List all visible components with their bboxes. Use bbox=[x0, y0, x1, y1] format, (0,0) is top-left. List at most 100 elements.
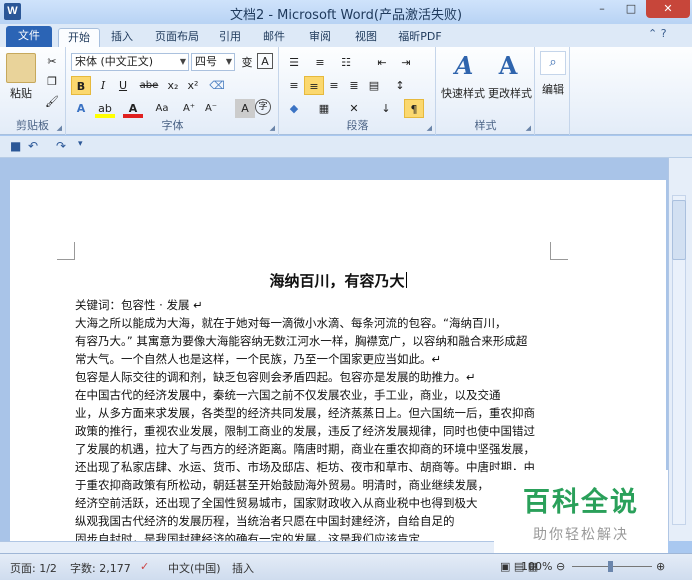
font-color-icon[interactable]: A bbox=[123, 99, 143, 118]
doc-line[interactable]: 常大气。一个自然人也是这样，一个民族，乃至一个国家更应当如此。↵ bbox=[75, 351, 555, 368]
doc-line[interactable]: 纵观我国古代经济的发展历程，当统治者只愿在中国封建经济，自给自足的 bbox=[75, 513, 555, 530]
chevron-down-icon: ▼ bbox=[225, 57, 232, 66]
borders-icon[interactable]: ▦ bbox=[314, 99, 334, 118]
dialog-launcher-icon[interactable]: ◢ bbox=[57, 124, 62, 132]
dialog-launcher-icon[interactable]: ◢ bbox=[270, 124, 275, 132]
doc-line[interactable]: 于重农抑商政策有所松动，朝廷甚至开始鼓励海外贸易。明清时，商业继续发展， bbox=[75, 477, 555, 494]
doc-line[interactable]: 了发展的机遇，拉大了与西方的经济距离。隋唐时期，商业在重农抑商的环境中坚强发展， bbox=[75, 441, 555, 458]
doc-line[interactable]: 政策的推行，重视农业发展，限制工商业的发展，违反了经济发展规律，同时也使中国错过 bbox=[75, 423, 555, 440]
shading-icon[interactable]: ◆ bbox=[284, 99, 304, 118]
superscript-button[interactable]: x² bbox=[183, 76, 203, 95]
redo-icon[interactable]: ↷ bbox=[56, 139, 66, 153]
enclose-characters-button[interactable]: 字 bbox=[255, 99, 271, 115]
show-marks-icon[interactable]: ¶ bbox=[404, 99, 424, 118]
shrink-font-button[interactable]: A⁻ bbox=[201, 99, 221, 118]
cut-icon[interactable]: ✂ bbox=[44, 55, 60, 68]
doc-line[interactable]: 经济空前活跃，还出现了全国性贸易城市，国家财政收入从商业税中也得到极大 bbox=[75, 495, 555, 512]
document-title-text: 海纳百川，有容乃大 bbox=[269, 272, 405, 290]
watermark-logo: 百科全说 助你轻松解决 bbox=[494, 470, 668, 553]
bold-button[interactable]: B bbox=[71, 76, 91, 95]
bullets-icon[interactable]: ☰ bbox=[284, 53, 304, 72]
font-group-label: 字体 bbox=[161, 119, 184, 132]
align-right-icon[interactable]: ≡ bbox=[324, 76, 344, 95]
maximize-button[interactable]: □ bbox=[618, 0, 644, 18]
editing-group: ⌕ 编辑 bbox=[536, 47, 570, 135]
tab-mailings[interactable]: 邮件 bbox=[256, 28, 292, 47]
tab-review[interactable]: 审阅 bbox=[302, 28, 338, 47]
doc-line[interactable]: 关键词：包容性 · 发展 ↵ bbox=[75, 297, 555, 314]
proofing-icon[interactable]: ✓ bbox=[140, 560, 149, 573]
increase-indent-icon[interactable]: ⇥ bbox=[396, 53, 416, 72]
grow-font-button[interactable]: A⁺ bbox=[179, 99, 199, 118]
multilevel-list-icon[interactable]: ☷ bbox=[336, 53, 356, 72]
save-icon[interactable]: ■ bbox=[10, 139, 21, 153]
help-icon[interactable]: ⌃ ? bbox=[648, 27, 667, 40]
document-title[interactable]: 海纳百川，有容乃大 bbox=[10, 270, 666, 291]
justify-icon[interactable]: ≣ bbox=[344, 76, 364, 95]
editing-button[interactable]: 编辑 bbox=[536, 81, 570, 97]
status-bar: 页面: 1/2 字数: 2,177 ✓ 中文(中国) 插入 ▣ ▤ ▦ 100%… bbox=[0, 553, 692, 580]
binoculars-icon[interactable]: ⌕ bbox=[540, 51, 566, 75]
format-painter-icon[interactable]: 🖌 bbox=[44, 95, 60, 108]
change-case-button[interactable]: Aa bbox=[149, 99, 175, 118]
quick-styles-button[interactable]: 快速样式 bbox=[439, 85, 487, 101]
undo-icon[interactable]: ↶ bbox=[28, 139, 38, 153]
doc-line[interactable]: 大海之所以能成为大海，就在于她对每一滴微小水滴、每条河流的包容。“海纳百川， bbox=[75, 315, 555, 332]
paste-icon[interactable] bbox=[6, 53, 36, 83]
phonetic-guide-button[interactable]: 变 bbox=[237, 53, 257, 72]
character-shading-button[interactable]: A bbox=[235, 99, 255, 118]
align-center-icon[interactable]: ≡ bbox=[304, 76, 324, 95]
customize-toolbar-icon[interactable]: ▾ bbox=[78, 139, 83, 149]
dialog-launcher-icon[interactable]: ◢ bbox=[427, 124, 432, 132]
tab-file[interactable]: 文件 bbox=[6, 26, 52, 47]
clear-formatting-icon[interactable]: ⌫ bbox=[207, 76, 227, 95]
zoom-out-icon[interactable]: ⊖ bbox=[556, 560, 565, 573]
font-name-combo[interactable]: 宋体 (中文正文) ▼ bbox=[71, 53, 189, 71]
zoom-slider-thumb[interactable] bbox=[608, 561, 613, 572]
doc-line[interactable]: 有容乃大。” 其寓意为要像大海能容纳无数江河水一样，胸襟宽广，以容纳和融合来形成… bbox=[75, 333, 555, 350]
word-count[interactable]: 字数: 2,177 bbox=[70, 560, 131, 576]
align-left-icon[interactable]: ≡ bbox=[284, 76, 304, 95]
tab-references[interactable]: 引用 bbox=[212, 28, 248, 47]
tab-view[interactable]: 视图 bbox=[348, 28, 384, 47]
dialog-launcher-icon[interactable]: ◢ bbox=[526, 124, 531, 132]
font-size-value: 四号 bbox=[195, 55, 217, 68]
distributed-icon[interactable]: ▤ bbox=[364, 76, 384, 95]
doc-line[interactable]: 业，从多方面来求发展，各类型的经济共同发展，经济蒸蒸日上。但六国统一后，重农抑商 bbox=[75, 405, 555, 422]
tab-home[interactable]: 开始 bbox=[58, 28, 100, 47]
text-effects-icon[interactable]: A bbox=[71, 99, 91, 118]
language-status[interactable]: 中文(中国) bbox=[168, 560, 221, 576]
tab-foxit-pdf[interactable]: 福昕PDF bbox=[392, 28, 448, 47]
doc-line[interactable]: 还出现了私家店肆、水运、货币、市场及邸店、柜坊、夜市和草市、胡商等。中唐时期，由 bbox=[75, 459, 555, 476]
decrease-indent-icon[interactable]: ⇤ bbox=[372, 53, 392, 72]
scroll-thumb[interactable] bbox=[672, 200, 686, 260]
sort-icon[interactable]: ↓ bbox=[376, 99, 396, 118]
font-size-combo[interactable]: 四号 ▼ bbox=[191, 53, 235, 71]
clipboard-group: 粘贴 ✂ ❐ 🖌 剪贴板 ◢ bbox=[0, 47, 66, 135]
highlight-icon[interactable]: ab bbox=[95, 99, 115, 118]
zoom-in-icon[interactable]: ⊕ bbox=[656, 560, 665, 573]
italic-button[interactable]: I bbox=[93, 76, 113, 95]
close-button[interactable]: ✕ bbox=[646, 0, 690, 18]
page-count[interactable]: 页面: 1/2 bbox=[10, 560, 57, 576]
change-styles-icon[interactable]: A bbox=[493, 51, 523, 80]
tab-page-layout[interactable]: 页面布局 bbox=[148, 28, 206, 47]
chinese-layout-icon[interactable]: ✕ bbox=[344, 99, 364, 118]
subscript-button[interactable]: x₂ bbox=[163, 76, 183, 95]
character-border-button[interactable]: A bbox=[257, 53, 273, 69]
doc-line[interactable]: 包容是人际交往的调和剂，缺乏包容则会矛盾四起。包容亦是发展的助推力。↵ bbox=[75, 369, 555, 386]
tab-insert[interactable]: 插入 bbox=[104, 28, 140, 47]
paste-button[interactable]: 粘贴 bbox=[4, 85, 38, 101]
line-spacing-icon[interactable]: ↕ bbox=[390, 76, 410, 95]
strikethrough-button[interactable]: abe bbox=[139, 76, 159, 95]
underline-button[interactable]: U bbox=[113, 76, 133, 95]
doc-line[interactable]: 固步自封时，是我国封建经济的确有一定的发展，这是我们应该肯定 bbox=[75, 531, 555, 541]
copy-icon[interactable]: ❐ bbox=[44, 75, 60, 88]
change-styles-button[interactable]: 更改样式 bbox=[485, 85, 535, 101]
numbering-icon[interactable]: ≡ bbox=[310, 53, 330, 72]
minimize-button[interactable]: – bbox=[589, 0, 615, 18]
insert-mode[interactable]: 插入 bbox=[232, 560, 254, 576]
zoom-level[interactable]: 100% bbox=[521, 560, 552, 573]
doc-line[interactable]: 在中国古代的经济发展中，秦统一六国之前不仅发展农业，手工业，商业，以及交通 bbox=[75, 387, 555, 404]
quick-styles-icon[interactable]: A bbox=[449, 51, 479, 80]
